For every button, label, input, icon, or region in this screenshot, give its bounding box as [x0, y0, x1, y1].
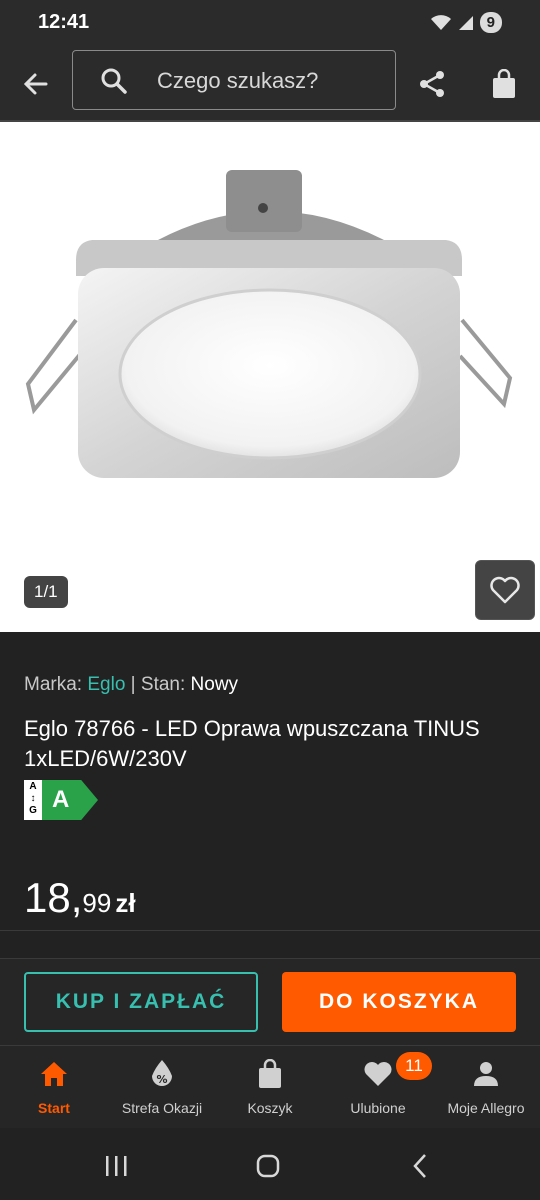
purchase-actions: KUP I ZAPŁAĆ DO KOSZYKA — [0, 958, 540, 1046]
meta-separator: | — [130, 674, 136, 695]
back-button[interactable] — [16, 64, 56, 104]
status-icons: 9 — [430, 12, 502, 33]
energy-class-badge: A — [42, 780, 98, 820]
status-bar: 12:41 9 — [0, 0, 540, 48]
buy-now-button[interactable]: KUP I ZAPŁAĆ — [24, 972, 258, 1032]
nav-moje-allegro-label: Moje Allegro — [447, 1100, 525, 1116]
energy-scale: A ↕ G — [24, 780, 42, 820]
home-circle-icon — [256, 1154, 280, 1178]
bag-icon — [259, 1059, 281, 1088]
price-integer: 18, — [24, 874, 83, 921]
product-gallery[interactable]: 1/1 — [0, 120, 540, 632]
recent-apps-icon — [106, 1156, 127, 1176]
heart-outline-icon — [490, 576, 520, 604]
back-system-button[interactable] — [400, 1150, 440, 1182]
cart-button[interactable] — [482, 62, 526, 106]
search-icon — [101, 68, 127, 94]
price-decimal: 99 — [82, 888, 112, 918]
nav-strefa-okazji[interactable]: % Strefa Okazji — [108, 1058, 216, 1116]
nav-strefa-okazji-label: Strefa Okazji — [121, 1100, 203, 1116]
brand-link[interactable]: Eglo — [87, 674, 125, 695]
recent-apps-button[interactable] — [96, 1150, 136, 1182]
nav-koszyk[interactable]: Koszyk — [216, 1058, 324, 1116]
share-button[interactable] — [410, 62, 454, 106]
top-toolbar: Czego szukasz? — [0, 48, 540, 120]
add-to-cart-button[interactable]: DO KOSZYKA — [282, 972, 516, 1032]
arrow-left-icon — [23, 73, 48, 95]
energy-scale-bottom: G — [29, 805, 37, 816]
nav-moje-allegro[interactable]: Moje Allegro — [432, 1058, 540, 1116]
system-navigation-bar — [0, 1128, 540, 1200]
nav-koszyk-label: Koszyk — [247, 1100, 293, 1116]
nav-ulubione-label: Ulubione — [350, 1100, 406, 1116]
bottom-navigation: Start % Strefa Okazji Koszyk Ulubione Mo… — [0, 1046, 540, 1128]
condition-value: Nowy — [190, 674, 239, 695]
home-system-button[interactable] — [248, 1150, 288, 1182]
deal-tag-icon: % — [152, 1060, 172, 1086]
wifi-icon — [430, 14, 451, 30]
home-icon — [41, 1062, 67, 1086]
energy-scale-arrow-icon: ↕ — [30, 793, 36, 804]
shopping-bag-icon — [493, 69, 515, 98]
divider — [0, 930, 540, 931]
heart-icon — [364, 1062, 392, 1086]
chevron-left-icon — [413, 1154, 426, 1178]
product-meta: Marka: Eglo | Stan: Nowy — [24, 674, 238, 696]
status-time: 12:41 — [38, 11, 90, 33]
nav-start[interactable]: Start — [0, 1058, 108, 1116]
product-price: 18,99 zł — [24, 874, 136, 922]
brand-label: Marka: — [24, 674, 83, 695]
person-icon — [474, 1062, 498, 1086]
product-title: Eglo 78766 - LED Oprawa wpuszczana TINUS… — [24, 716, 480, 771]
energy-label[interactable]: A ↕ G A — [24, 780, 98, 820]
energy-scale-top: A — [29, 781, 37, 792]
add-to-favorites-button[interactable] — [475, 560, 535, 620]
battery-indicator: 9 — [479, 12, 502, 33]
product-image — [25, 170, 513, 478]
price-currency: zł — [115, 888, 136, 918]
svg-text:%: % — [156, 1073, 167, 1086]
share-icon — [420, 71, 444, 97]
signal-icon — [458, 15, 473, 30]
image-counter: 1/1 — [24, 576, 68, 608]
condition-label: Stan: — [140, 674, 186, 695]
nav-start-label: Start — [38, 1100, 70, 1116]
favorites-count-badge: 11 — [396, 1052, 432, 1080]
search-placeholder: Czego szukasz? — [157, 68, 319, 93]
search-input[interactable]: Czego szukasz? — [72, 50, 396, 110]
